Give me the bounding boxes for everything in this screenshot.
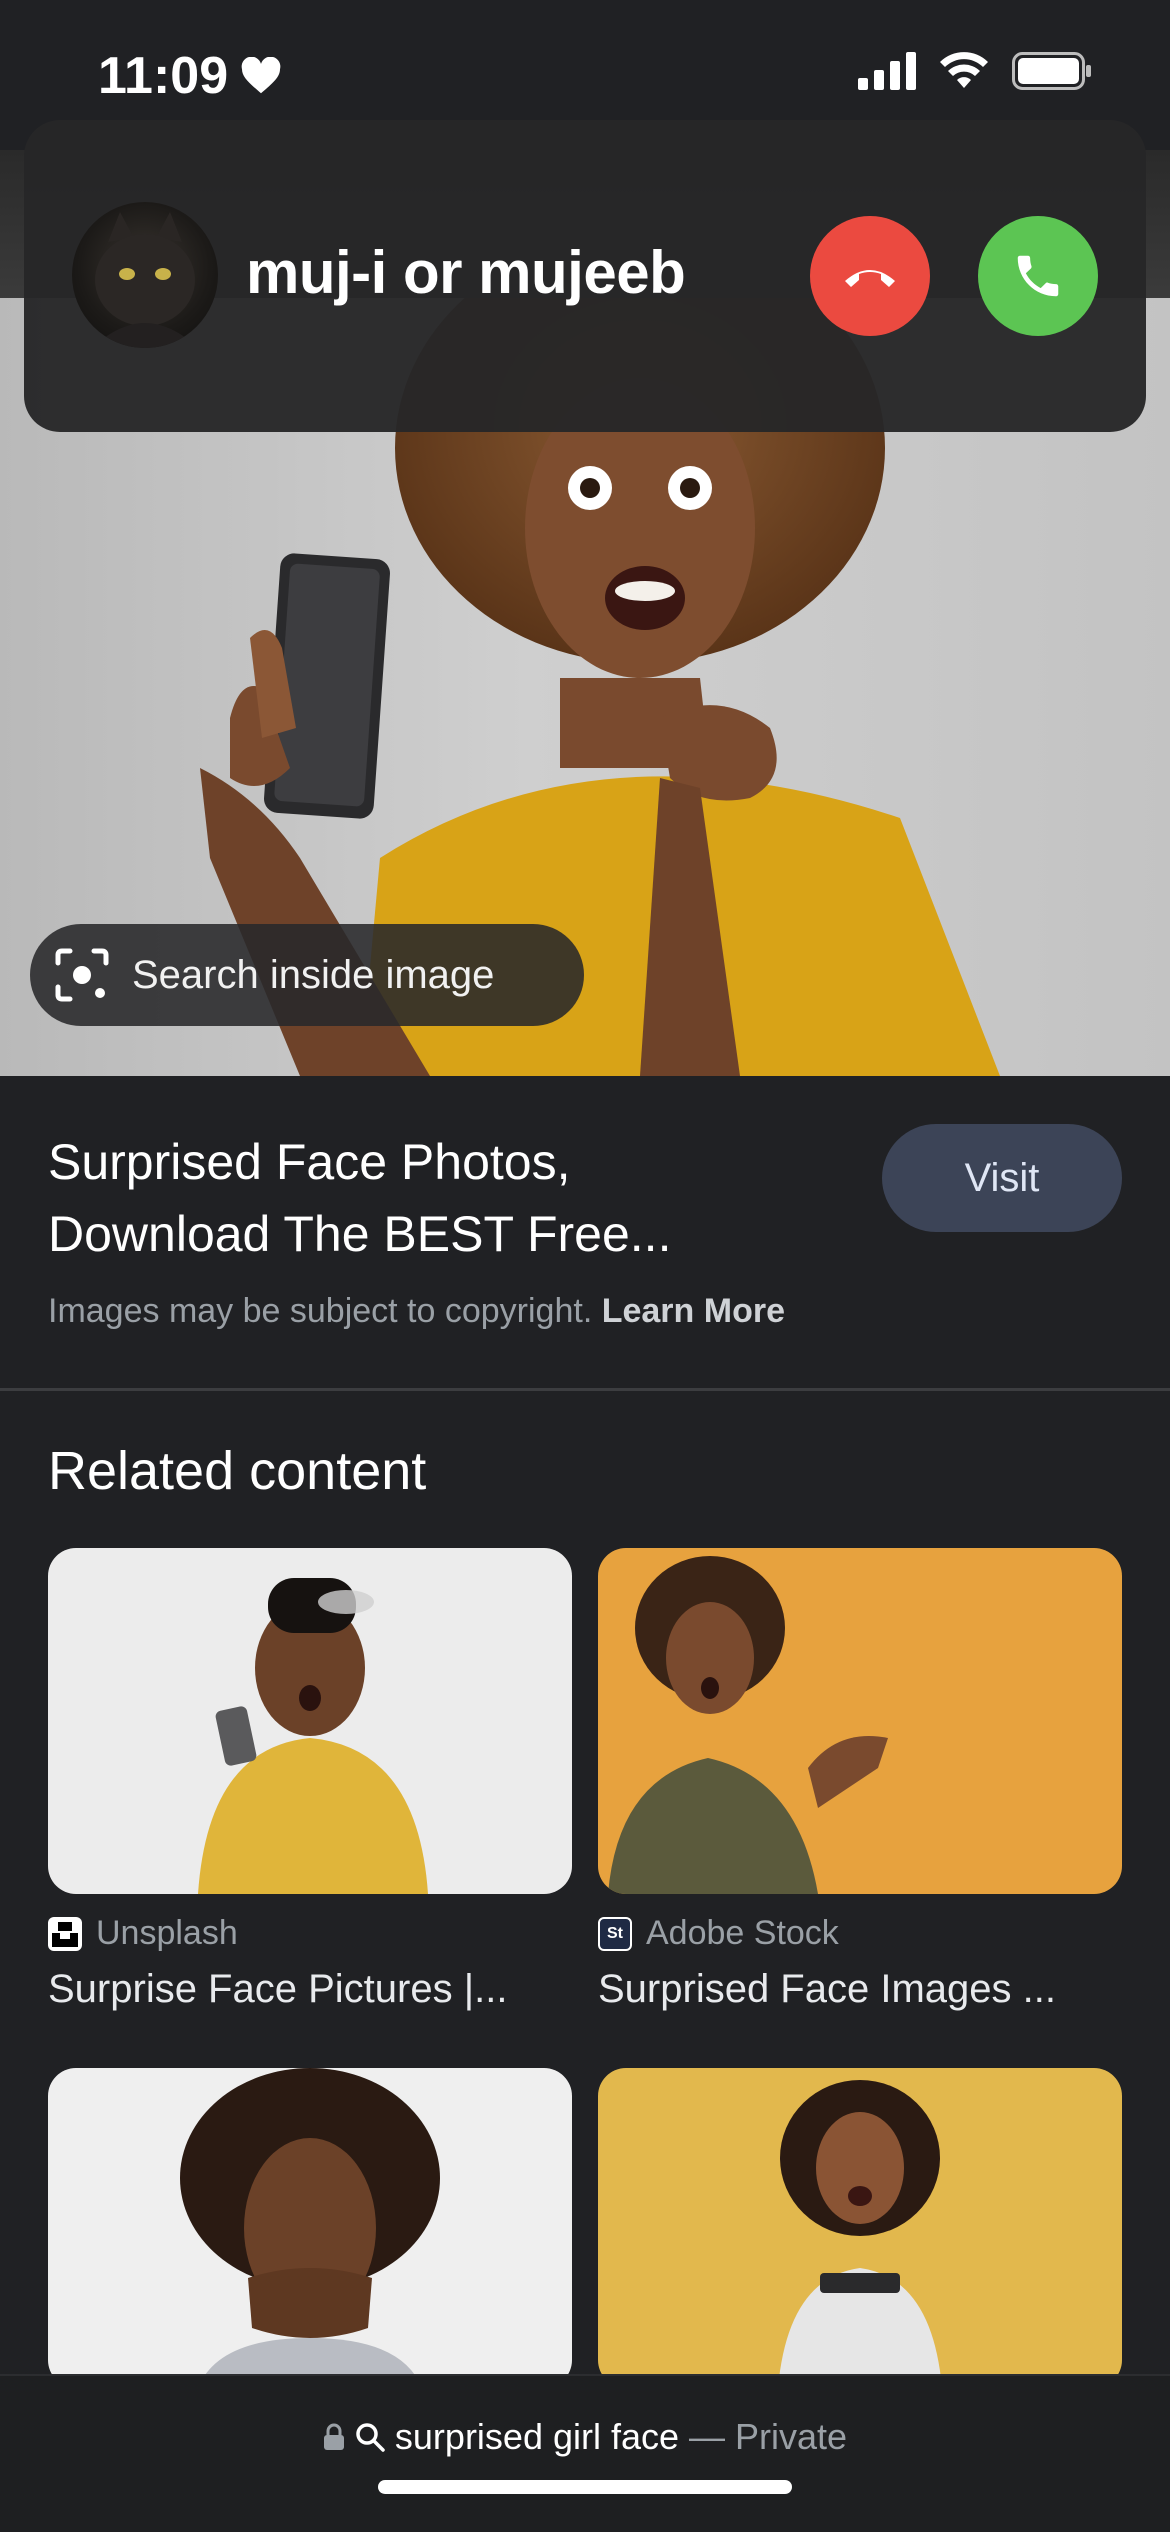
accept-call-button[interactable] xyxy=(978,216,1098,336)
wifi-icon xyxy=(940,52,988,88)
status-icons xyxy=(858,52,1092,90)
related-item[interactable] xyxy=(48,2068,572,2388)
related-item[interactable]: St Adobe Stock Surprised Face Images ... xyxy=(598,1548,1122,2012)
search-query: surprised girl face xyxy=(394,2416,680,2457)
related-thumbnail[interactable] xyxy=(48,2068,572,2388)
related-source-name: Unsplash xyxy=(96,1914,238,1952)
caller-avatar xyxy=(72,202,218,348)
related-item[interactable]: Unsplash Surprise Face Pictures |... xyxy=(48,1548,572,2012)
address-line[interactable]: surprised girl face — Private xyxy=(0,2416,1170,2458)
search-icon xyxy=(356,2423,385,2452)
result-title[interactable]: Surprised Face Photos, Download The BEST… xyxy=(48,1126,848,1270)
home-indicator[interactable] xyxy=(378,2480,792,2494)
cat-avatar-icon xyxy=(92,212,198,348)
bottom-address-bar[interactable]: surprised girl face — Private xyxy=(0,2374,1170,2532)
search-inside-image-label: Search inside image xyxy=(132,952,495,997)
surprised-girl-covering-mouth-photo xyxy=(180,2068,440,2388)
separator: — xyxy=(689,2416,726,2457)
related-item-title[interactable]: Surprise Face Pictures |... xyxy=(48,1967,572,2012)
excited-woman-with-phone-photo xyxy=(778,2080,942,2388)
result-title-line-1: Surprised Face Photos, xyxy=(48,1134,571,1190)
surprised-woman-orange-photo xyxy=(608,1556,888,1894)
caller-name: muj-i or mujeeb xyxy=(246,239,686,306)
copyright-text: Images may be subject to copyright. xyxy=(48,1292,593,1330)
related-source: St Adobe Stock xyxy=(598,1914,1122,1953)
copyright-notice: Images may be subject to copyright. Lear… xyxy=(48,1292,785,1331)
phone-icon xyxy=(1017,255,1059,297)
search-inside-image-button[interactable]: Search inside image xyxy=(30,924,584,1026)
lens-icon xyxy=(55,948,109,1002)
lock-icon xyxy=(323,2423,344,2450)
visit-button[interactable]: Visit xyxy=(882,1124,1122,1232)
related-thumbnail[interactable] xyxy=(598,2068,1122,2388)
private-mode-label: Private xyxy=(735,2416,848,2457)
related-thumbnail[interactable] xyxy=(48,1548,572,1894)
learn-more-link[interactable]: Learn More xyxy=(602,1292,785,1330)
adobe-stock-icon: St xyxy=(598,1916,632,1951)
heart-icon xyxy=(241,57,281,94)
related-content-title: Related content xyxy=(48,1441,427,1501)
related-source: Unsplash xyxy=(48,1914,572,1953)
hang-up-icon xyxy=(845,270,895,287)
unsplash-icon xyxy=(48,1916,82,1951)
incoming-call-banner[interactable]: muj-i or mujeeb xyxy=(24,120,1146,432)
related-thumbnail[interactable] xyxy=(598,1548,1122,1894)
surprised-man-photo xyxy=(198,1578,428,1894)
signal-icon xyxy=(858,52,916,90)
decline-call-button[interactable] xyxy=(810,216,930,336)
related-source-name: Adobe Stock xyxy=(646,1914,839,1952)
divider xyxy=(0,1388,1170,1391)
related-item-title[interactable]: Surprised Face Images ... xyxy=(598,1967,1122,2012)
battery-icon xyxy=(1012,52,1091,90)
clock: 11:09 xyxy=(98,47,229,105)
result-title-line-2: Download The BEST Free... xyxy=(48,1206,672,1262)
related-item[interactable] xyxy=(598,2068,1122,2388)
status-time: 11:09 xyxy=(98,46,282,106)
